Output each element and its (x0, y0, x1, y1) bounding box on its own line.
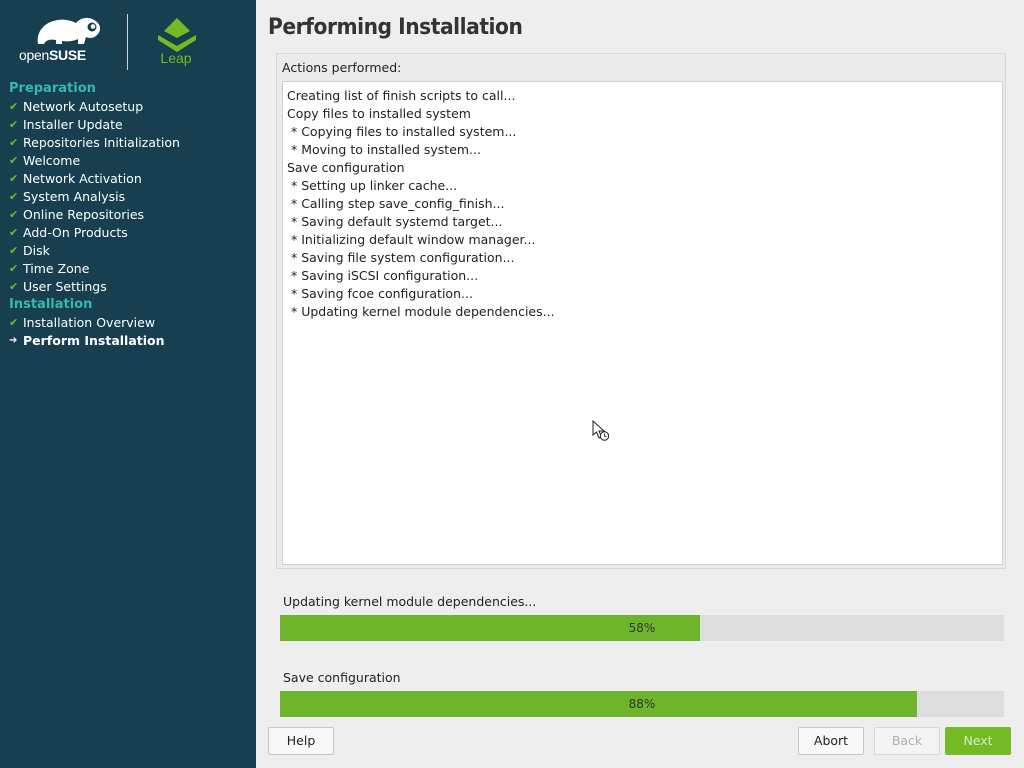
step-add-on-products: ✔ Add-On Products (9, 225, 128, 240)
progress-label-current-step: Updating kernel module dependencies... (283, 594, 537, 609)
log-line: * Initializing default window manager... (287, 232, 536, 247)
log-line: Copy files to installed system (287, 106, 471, 121)
check-icon: ✔ (9, 280, 19, 293)
leap-wordmark: Leap (160, 50, 192, 66)
check-icon: ✔ (9, 316, 19, 329)
step-repositories-initialization: ✔ Repositories Initialization (9, 135, 180, 150)
step-system-analysis: ✔ System Analysis (9, 189, 126, 204)
installation-steps: Preparation ✔ Network Autosetup ✔ Installe… (9, 80, 249, 350)
check-icon: ✔ (9, 100, 19, 113)
check-icon: ✔ (9, 190, 19, 203)
progress-bar-current-step: 58% (280, 615, 1004, 641)
check-icon: ✔ (9, 244, 19, 257)
next-button[interactable]: Next (945, 727, 1011, 755)
mouse-cursor-busy-icon (592, 419, 610, 442)
actions-frame: Actions performed: Creating list of fini… (276, 53, 1006, 569)
check-icon: ✔ (9, 226, 19, 239)
log-line: Creating list of finish scripts to call.… (287, 88, 516, 103)
actions-label: Actions performed: (282, 60, 402, 75)
logo-divider (127, 14, 128, 70)
page-title: Performing Installation (268, 15, 523, 40)
step-network-activation: ✔ Network Activation (9, 171, 142, 186)
check-icon: ✔ (9, 172, 19, 185)
check-icon: ✔ (9, 118, 19, 131)
opensuse-wordmark: openSUSE (19, 47, 86, 63)
step-disk: ✔ Disk (9, 243, 50, 258)
check-icon: ✔ (9, 208, 19, 221)
step-online-repositories: ✔ Online Repositories (9, 207, 145, 222)
section-title-installation: Installation (9, 297, 93, 312)
step-welcome: ✔ Welcome (9, 153, 81, 168)
check-icon: ✔ (9, 154, 19, 167)
section-title-preparation: Preparation (9, 81, 96, 96)
progress-percent: 88% (628, 697, 656, 711)
step-network-autosetup: ✔ Network Autosetup (9, 99, 144, 114)
check-icon: ✔ (9, 136, 19, 149)
progress-bar-stage: 88% (280, 691, 1004, 717)
logo-area: openSUSE Leap (0, 0, 256, 80)
abort-button[interactable]: Abort (798, 727, 864, 755)
leap-logo-icon (156, 18, 198, 52)
help-button[interactable]: Help (268, 727, 334, 755)
check-icon: ✔ (9, 262, 19, 275)
step-installer-update: ✔ Installer Update (9, 117, 123, 132)
step-perform-installation: ➔ Perform Installation (9, 333, 165, 348)
log-line: * Saving default systemd target... (287, 214, 503, 229)
sidebar: openSUSE Leap Preparation ✔ Network Autos… (0, 0, 256, 768)
log-line: * Saving iSCSI configuration... (287, 268, 479, 283)
log-line: Save configuration (287, 160, 405, 175)
step-installation-overview: ✔ Installation Overview (9, 315, 156, 330)
progress-percent: 58% (628, 621, 656, 635)
back-button[interactable]: Back (874, 727, 940, 755)
main-content: Performing Installation Actions performe… (256, 0, 1024, 768)
log-line: * Calling step save_config_finish... (287, 196, 505, 211)
step-user-settings: ✔ User Settings (9, 279, 107, 294)
log-line: * Setting up linker cache... (287, 178, 458, 193)
log-line: * Moving to installed system... (287, 142, 481, 157)
actions-log[interactable]: Creating list of finish scripts to call.… (282, 81, 1003, 565)
log-line: * Updating kernel module dependencies... (287, 304, 555, 319)
log-line: * Copying files to installed system... (287, 124, 517, 139)
arrow-right-icon: ➔ (9, 335, 18, 346)
log-line: * Saving fcoe configuration... (287, 286, 473, 301)
progress-label-stage: Save configuration (283, 670, 401, 685)
log-line: * Saving file system configuration... (287, 250, 515, 265)
step-time-zone: ✔ Time Zone (9, 261, 90, 276)
